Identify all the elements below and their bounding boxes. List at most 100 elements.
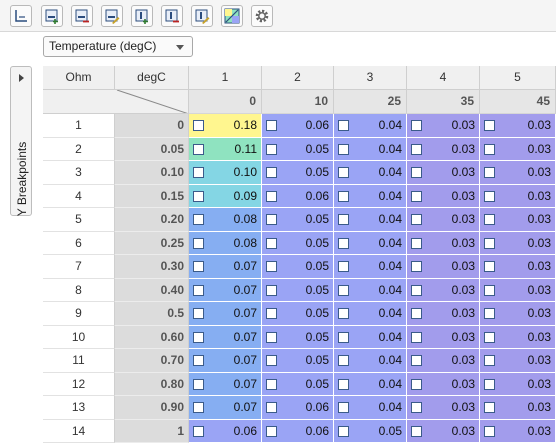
table-cell[interactable]: 0.04	[334, 255, 407, 279]
row-index-header[interactable]: 4	[43, 185, 115, 208]
edit-column-button[interactable]	[191, 5, 213, 27]
column-index-header[interactable]: 1	[189, 66, 262, 90]
cell-checkbox[interactable]	[193, 238, 204, 249]
table-cell[interactable]: 0.03	[407, 232, 480, 255]
table-cell[interactable]: 0.04	[334, 373, 407, 396]
table-cell[interactable]: 0.08	[189, 208, 262, 232]
row-index-header[interactable]: 7	[43, 255, 115, 279]
row-index-header[interactable]: 13	[43, 396, 115, 420]
table-cell[interactable]: 0.05	[262, 279, 334, 302]
row-index-header[interactable]: 11	[43, 349, 115, 373]
cell-checkbox[interactable]	[266, 355, 277, 366]
table-cell[interactable]: 0.03	[407, 396, 480, 420]
table-cell[interactable]: 0.06	[262, 185, 334, 208]
table-cell[interactable]: 0.03	[480, 349, 556, 373]
cell-checkbox[interactable]	[266, 191, 277, 202]
cell-checkbox[interactable]	[338, 120, 349, 131]
cell-checkbox[interactable]	[484, 120, 495, 131]
cell-checkbox[interactable]	[266, 402, 277, 413]
cell-checkbox[interactable]	[266, 214, 277, 225]
column-breakpoint[interactable]: 0	[189, 90, 262, 114]
cell-checkbox[interactable]	[484, 214, 495, 225]
table-cell[interactable]: 0.08	[189, 232, 262, 255]
cell-checkbox[interactable]	[266, 261, 277, 272]
row-breakpoint[interactable]: 0.20	[115, 208, 189, 232]
row-index-header[interactable]: 5	[43, 208, 115, 232]
cell-checkbox[interactable]	[193, 191, 204, 202]
cell-checkbox[interactable]	[411, 167, 422, 178]
row-breakpoint[interactable]: 0.40	[115, 279, 189, 302]
cell-checkbox[interactable]	[266, 144, 277, 155]
table-cell[interactable]: 0.03	[407, 349, 480, 373]
cell-checkbox[interactable]	[266, 332, 277, 343]
table-cell[interactable]: 0.07	[189, 349, 262, 373]
table-cell[interactable]: 0.03	[407, 138, 480, 161]
cell-checkbox[interactable]	[266, 308, 277, 319]
row-index-header[interactable]: 3	[43, 161, 115, 185]
column-breakpoint[interactable]: 25	[334, 90, 407, 114]
table-cell[interactable]: 0.06	[262, 396, 334, 420]
table-cell[interactable]: 0.03	[480, 208, 556, 232]
cell-checkbox[interactable]	[411, 308, 422, 319]
column-breakpoint[interactable]: 35	[407, 90, 480, 114]
cell-checkbox[interactable]	[411, 238, 422, 249]
cell-checkbox[interactable]	[411, 191, 422, 202]
row-breakpoint[interactable]: 0.60	[115, 326, 189, 349]
table-cell[interactable]: 0.06	[262, 420, 334, 443]
table-cell[interactable]: 0.03	[480, 279, 556, 302]
column-index-header[interactable]: 4	[407, 66, 480, 90]
remove-column-button[interactable]	[161, 5, 183, 27]
cell-checkbox[interactable]	[411, 120, 422, 131]
table-cell[interactable]: 0.04	[334, 185, 407, 208]
cell-checkbox[interactable]	[411, 332, 422, 343]
cell-checkbox[interactable]	[193, 120, 204, 131]
settings-button[interactable]	[251, 5, 273, 27]
cell-checkbox[interactable]	[338, 426, 349, 437]
column-index-header[interactable]: 3	[334, 66, 407, 90]
table-cell[interactable]: 0.03	[407, 279, 480, 302]
cell-checkbox[interactable]	[266, 379, 277, 390]
table-cell[interactable]: 0.03	[480, 138, 556, 161]
cell-checkbox[interactable]	[338, 238, 349, 249]
cell-checkbox[interactable]	[338, 402, 349, 413]
row-breakpoint[interactable]: 0.25	[115, 232, 189, 255]
cell-checkbox[interactable]	[484, 402, 495, 413]
table-cell[interactable]: 0.05	[262, 161, 334, 185]
row-index-header[interactable]: 2	[43, 138, 115, 161]
column-breakpoint[interactable]: 45	[480, 90, 556, 114]
row-breakpoint[interactable]: 0.05	[115, 138, 189, 161]
table-cell[interactable]: 0.03	[480, 396, 556, 420]
table-cell[interactable]: 0.18	[189, 114, 262, 138]
axis-button[interactable]	[10, 5, 32, 27]
edit-row-button[interactable]	[101, 5, 123, 27]
table-cell[interactable]: 0.07	[189, 326, 262, 349]
row-breakpoint[interactable]: 0.80	[115, 373, 189, 396]
row-index-header[interactable]: 6	[43, 232, 115, 255]
table-cell[interactable]: 0.05	[262, 326, 334, 349]
table-cell[interactable]: 0.04	[334, 396, 407, 420]
row-breakpoint[interactable]: 0.5	[115, 302, 189, 326]
cell-checkbox[interactable]	[338, 144, 349, 155]
cell-checkbox[interactable]	[193, 214, 204, 225]
table-cell[interactable]: 0.04	[334, 279, 407, 302]
cell-checkbox[interactable]	[484, 191, 495, 202]
row-breakpoint[interactable]: 0.90	[115, 396, 189, 420]
cell-checkbox[interactable]	[266, 120, 277, 131]
cell-checkbox[interactable]	[193, 308, 204, 319]
table-cell[interactable]: 0.05	[262, 302, 334, 326]
cell-checkbox[interactable]	[484, 332, 495, 343]
row-index-header[interactable]: 12	[43, 373, 115, 396]
cell-checkbox[interactable]	[338, 308, 349, 319]
cell-checkbox[interactable]	[411, 379, 422, 390]
table-cell[interactable]: 0.03	[407, 302, 480, 326]
cell-checkbox[interactable]	[411, 402, 422, 413]
table-cell[interactable]: 0.04	[334, 232, 407, 255]
table-cell[interactable]: 0.05	[334, 420, 407, 443]
cell-checkbox[interactable]	[411, 261, 422, 272]
table-cell[interactable]: 0.05	[262, 138, 334, 161]
cell-checkbox[interactable]	[193, 167, 204, 178]
table-cell[interactable]: 0.05	[262, 373, 334, 396]
table-cell[interactable]: 0.04	[334, 161, 407, 185]
table-cell[interactable]: 0.07	[189, 255, 262, 279]
cell-checkbox[interactable]	[338, 261, 349, 272]
